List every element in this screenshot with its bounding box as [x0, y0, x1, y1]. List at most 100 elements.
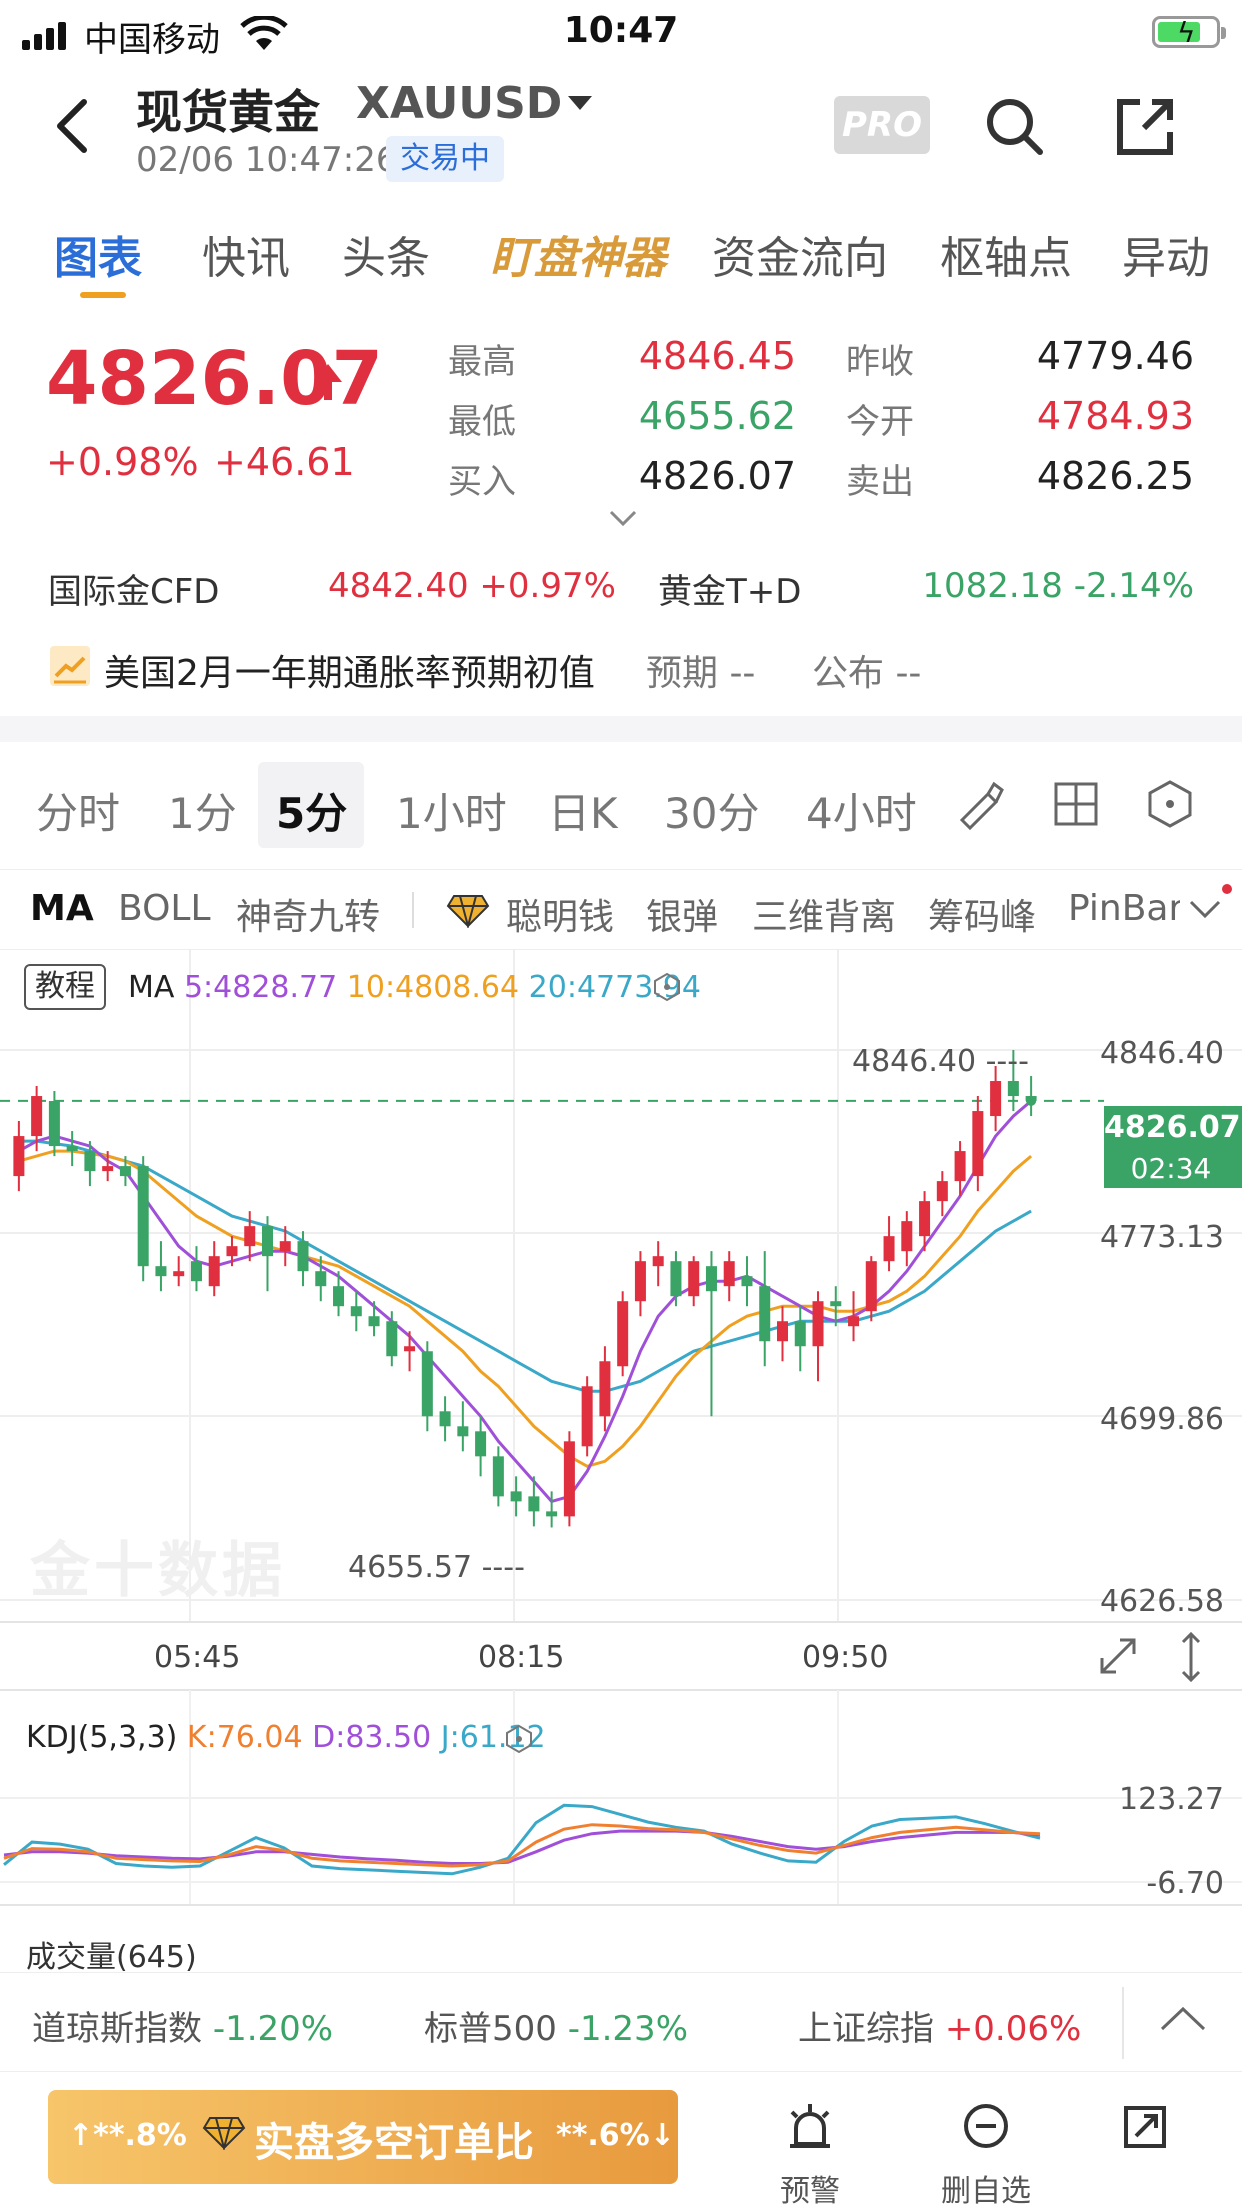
candle-body — [492, 1456, 504, 1497]
ma-settings-icon[interactable] — [652, 972, 682, 1002]
tab-anomalies[interactable]: 异动 — [1122, 222, 1210, 286]
period-tabs: 分时 1分 5分 1小时 日K 30分 4小时 — [0, 742, 1242, 870]
bar-countdown: 02:34 — [1130, 1152, 1212, 1185]
tab-pivot-points[interactable]: 枢轴点 — [940, 222, 1072, 286]
period-30min[interactable]: 30分 — [664, 780, 759, 841]
tab-watch-tool[interactable]: 盯盘神器 — [490, 222, 666, 286]
tab-fund-flow[interactable]: 资金流向 — [712, 222, 888, 286]
new-badge-dot — [1222, 884, 1232, 894]
y-axis-label: 4699.86 — [1099, 1402, 1224, 1437]
period-daily[interactable]: 日K — [548, 780, 618, 841]
candle-body — [581, 1386, 593, 1447]
vertical-resize-icon[interactable] — [1176, 1630, 1206, 1684]
indicator-pinbar[interactable]: PinBar — [1068, 888, 1180, 929]
kdj-title: KDJ(5,3,3) — [26, 1720, 178, 1755]
search-icon[interactable] — [980, 92, 1050, 162]
trend-icon — [50, 646, 90, 686]
candle-body — [102, 1166, 114, 1172]
more-indicators-chevron-icon[interactable] — [1188, 898, 1222, 922]
tutorial-button[interactable]: 教程 — [24, 964, 106, 1010]
candle-body — [865, 1261, 877, 1312]
candle-body — [137, 1166, 149, 1267]
indicator-magic-nine[interactable]: 神奇九转 — [236, 888, 380, 940]
layout-grid-icon[interactable] — [1046, 774, 1106, 834]
candle-body — [208, 1256, 220, 1287]
tab-flash-news[interactable]: 快讯 — [202, 222, 290, 286]
candle-body — [84, 1151, 96, 1172]
fullscreen-icon[interactable] — [1096, 1634, 1140, 1678]
kdj-legend: KDJ(5,3,3) K:76.04 D:83.50 J:61.12 — [26, 1720, 546, 1755]
share-icon[interactable] — [1110, 92, 1180, 162]
indicator-boll[interactable]: BOLL — [118, 888, 211, 929]
index-change: +0.06% — [944, 2009, 1082, 2049]
candle-body — [510, 1491, 522, 1502]
kdj-y-label: -6.70 — [1146, 1866, 1224, 1901]
x-axis-label: 05:45 — [154, 1640, 241, 1675]
index-name: 上证综指 — [798, 2009, 934, 2049]
candle-body — [386, 1321, 398, 1357]
td-label[interactable]: 黄金T+D — [658, 564, 801, 613]
index-dow[interactable]: 道琼斯指数 -1.20% — [32, 2001, 333, 2050]
bid-value: 4826.07 — [638, 454, 796, 498]
period-5min[interactable]: 5分 — [276, 780, 347, 841]
remove-watchlist-label: 删自选 — [941, 2174, 1031, 2208]
draw-tool-icon[interactable] — [948, 774, 1008, 834]
volume-legend: 成交量(645) — [26, 1940, 197, 1975]
clock: 10:47 — [563, 10, 679, 51]
price-up-arrow-icon — [314, 364, 342, 400]
x-axis-label: 08:15 — [478, 1640, 565, 1675]
candle-body — [297, 1241, 309, 1272]
index-change: -1.23% — [567, 2009, 688, 2049]
tab-chart[interactable]: 图表 — [54, 222, 142, 286]
indicator-3d-divergence[interactable]: 三维背离 — [752, 888, 896, 940]
calendar-event[interactable]: 美国2月一年期通胀率预期初值 — [104, 644, 595, 696]
collapse-chevron-icon[interactable] — [1158, 2003, 1208, 2033]
indicator-divider — [412, 892, 414, 928]
diamond-icon — [202, 2117, 246, 2150]
kdj-settings-icon[interactable] — [504, 1724, 534, 1754]
indicator-silver-bullet[interactable]: 银弹 — [646, 888, 718, 940]
index-shanghai[interactable]: 上证综指 +0.06% — [798, 2001, 1081, 2050]
low-marker: 4655.57 ---- — [348, 1550, 525, 1585]
app-screen: 中国移动 10:47 ϟ 现货黄金 XAUUSD 02/06 10:47:26 … — [0, 0, 1242, 2208]
back-arrow-icon[interactable] — [52, 96, 92, 156]
kdj-y-label: 123.27 — [1119, 1782, 1224, 1817]
bid-label: 买入 — [448, 462, 516, 502]
index-sp500[interactable]: 标普500 -1.23% — [424, 2001, 688, 2050]
period-timeshare[interactable]: 分时 — [36, 780, 120, 841]
symbol-dropdown-icon[interactable] — [568, 96, 592, 110]
short-ratio-value: **.6% — [556, 2118, 650, 2153]
candlestick-chart[interactable] — [0, 950, 1242, 1972]
indicator-chip-peak[interactable]: 筹码峰 — [928, 888, 1036, 940]
candle-body — [315, 1271, 327, 1287]
expand-chevron-icon[interactable] — [608, 508, 638, 528]
index-name: 道琼斯指数 — [32, 2009, 202, 2049]
indicator-tabs: MA BOLL 神奇九转 聪明钱 银弹 三维背离 筹码峰 PinBar — [0, 870, 1242, 950]
indicator-ma[interactable]: MA — [30, 888, 94, 929]
indicator-smart-money[interactable]: 聪明钱 — [506, 888, 614, 940]
candle-body — [546, 1511, 558, 1517]
low-label: 最低 — [448, 402, 516, 442]
settings-hexagon-icon[interactable] — [1140, 774, 1200, 834]
current-price-value: 4826.07 — [1104, 1110, 1241, 1145]
candle-body — [830, 1301, 842, 1307]
change-amount: +46.61 — [214, 440, 355, 484]
ask-value: 4826.25 — [1036, 454, 1194, 498]
instrument-symbol[interactable]: XAUUSD — [356, 78, 562, 129]
pro-button[interactable]: PRO — [834, 96, 930, 154]
period-1hour[interactable]: 1小时 — [396, 780, 507, 841]
candle-body — [634, 1261, 646, 1302]
period-4hour[interactable]: 4小时 — [806, 780, 917, 841]
cfd-label[interactable]: 国际金CFD — [48, 564, 219, 613]
tab-headlines[interactable]: 头条 — [342, 222, 430, 286]
candle-body — [368, 1316, 380, 1327]
candle-body — [972, 1111, 984, 1177]
share-box-icon — [1124, 2106, 1166, 2148]
trading-status-badge: 交易中 — [386, 136, 504, 182]
candle-body — [741, 1276, 753, 1287]
period-1min[interactable]: 1分 — [168, 780, 237, 841]
candle-body — [457, 1426, 469, 1437]
candle-body — [261, 1226, 274, 1257]
candle-body — [244, 1226, 256, 1247]
ma5-value: 5:4828.77 — [183, 970, 338, 1005]
